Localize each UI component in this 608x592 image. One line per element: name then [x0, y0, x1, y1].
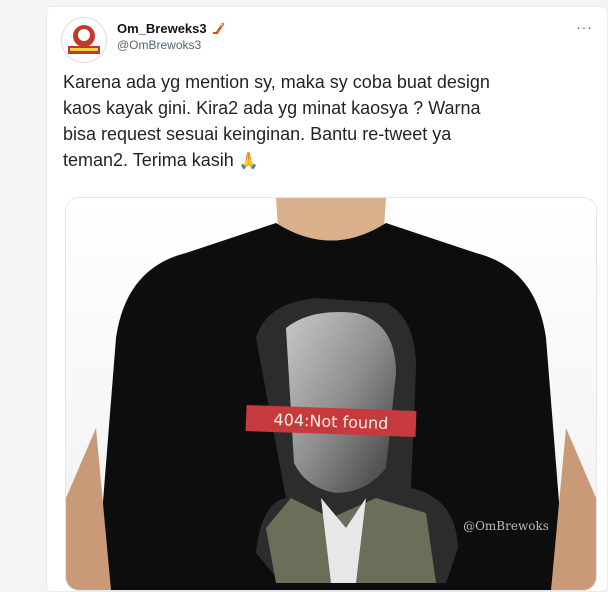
tweet-text: Karena ada yg mention sy, maka sy coba b…: [63, 69, 593, 175]
watermark-text: @OmBrewoks: [463, 519, 549, 533]
tweet-card[interactable]: Om_Breweks3 @OmBrewoks3 ··· Karena ada y…: [46, 6, 608, 592]
display-name[interactable]: Om_Breweks3: [117, 21, 225, 36]
hockey-stick-icon: [212, 21, 225, 34]
tweet-media[interactable]: 404:Not found @OmBrewoks: [65, 197, 597, 591]
user-handle[interactable]: @OmBrewoks3: [117, 38, 201, 52]
avatar[interactable]: [61, 17, 107, 63]
tshirt-image: 404:Not found @OmBrewoks: [66, 198, 596, 590]
tweet-text-body: Karena ada yg mention sy, maka sy coba b…: [63, 72, 490, 170]
more-horizontal-icon[interactable]: ···: [576, 19, 593, 35]
avatar-logo-icon: [63, 19, 105, 61]
banner-text: 404:Not found: [273, 410, 388, 433]
prayer-emoji: 🙏: [238, 153, 259, 170]
display-name-text: Om_Breweks3: [117, 21, 207, 36]
